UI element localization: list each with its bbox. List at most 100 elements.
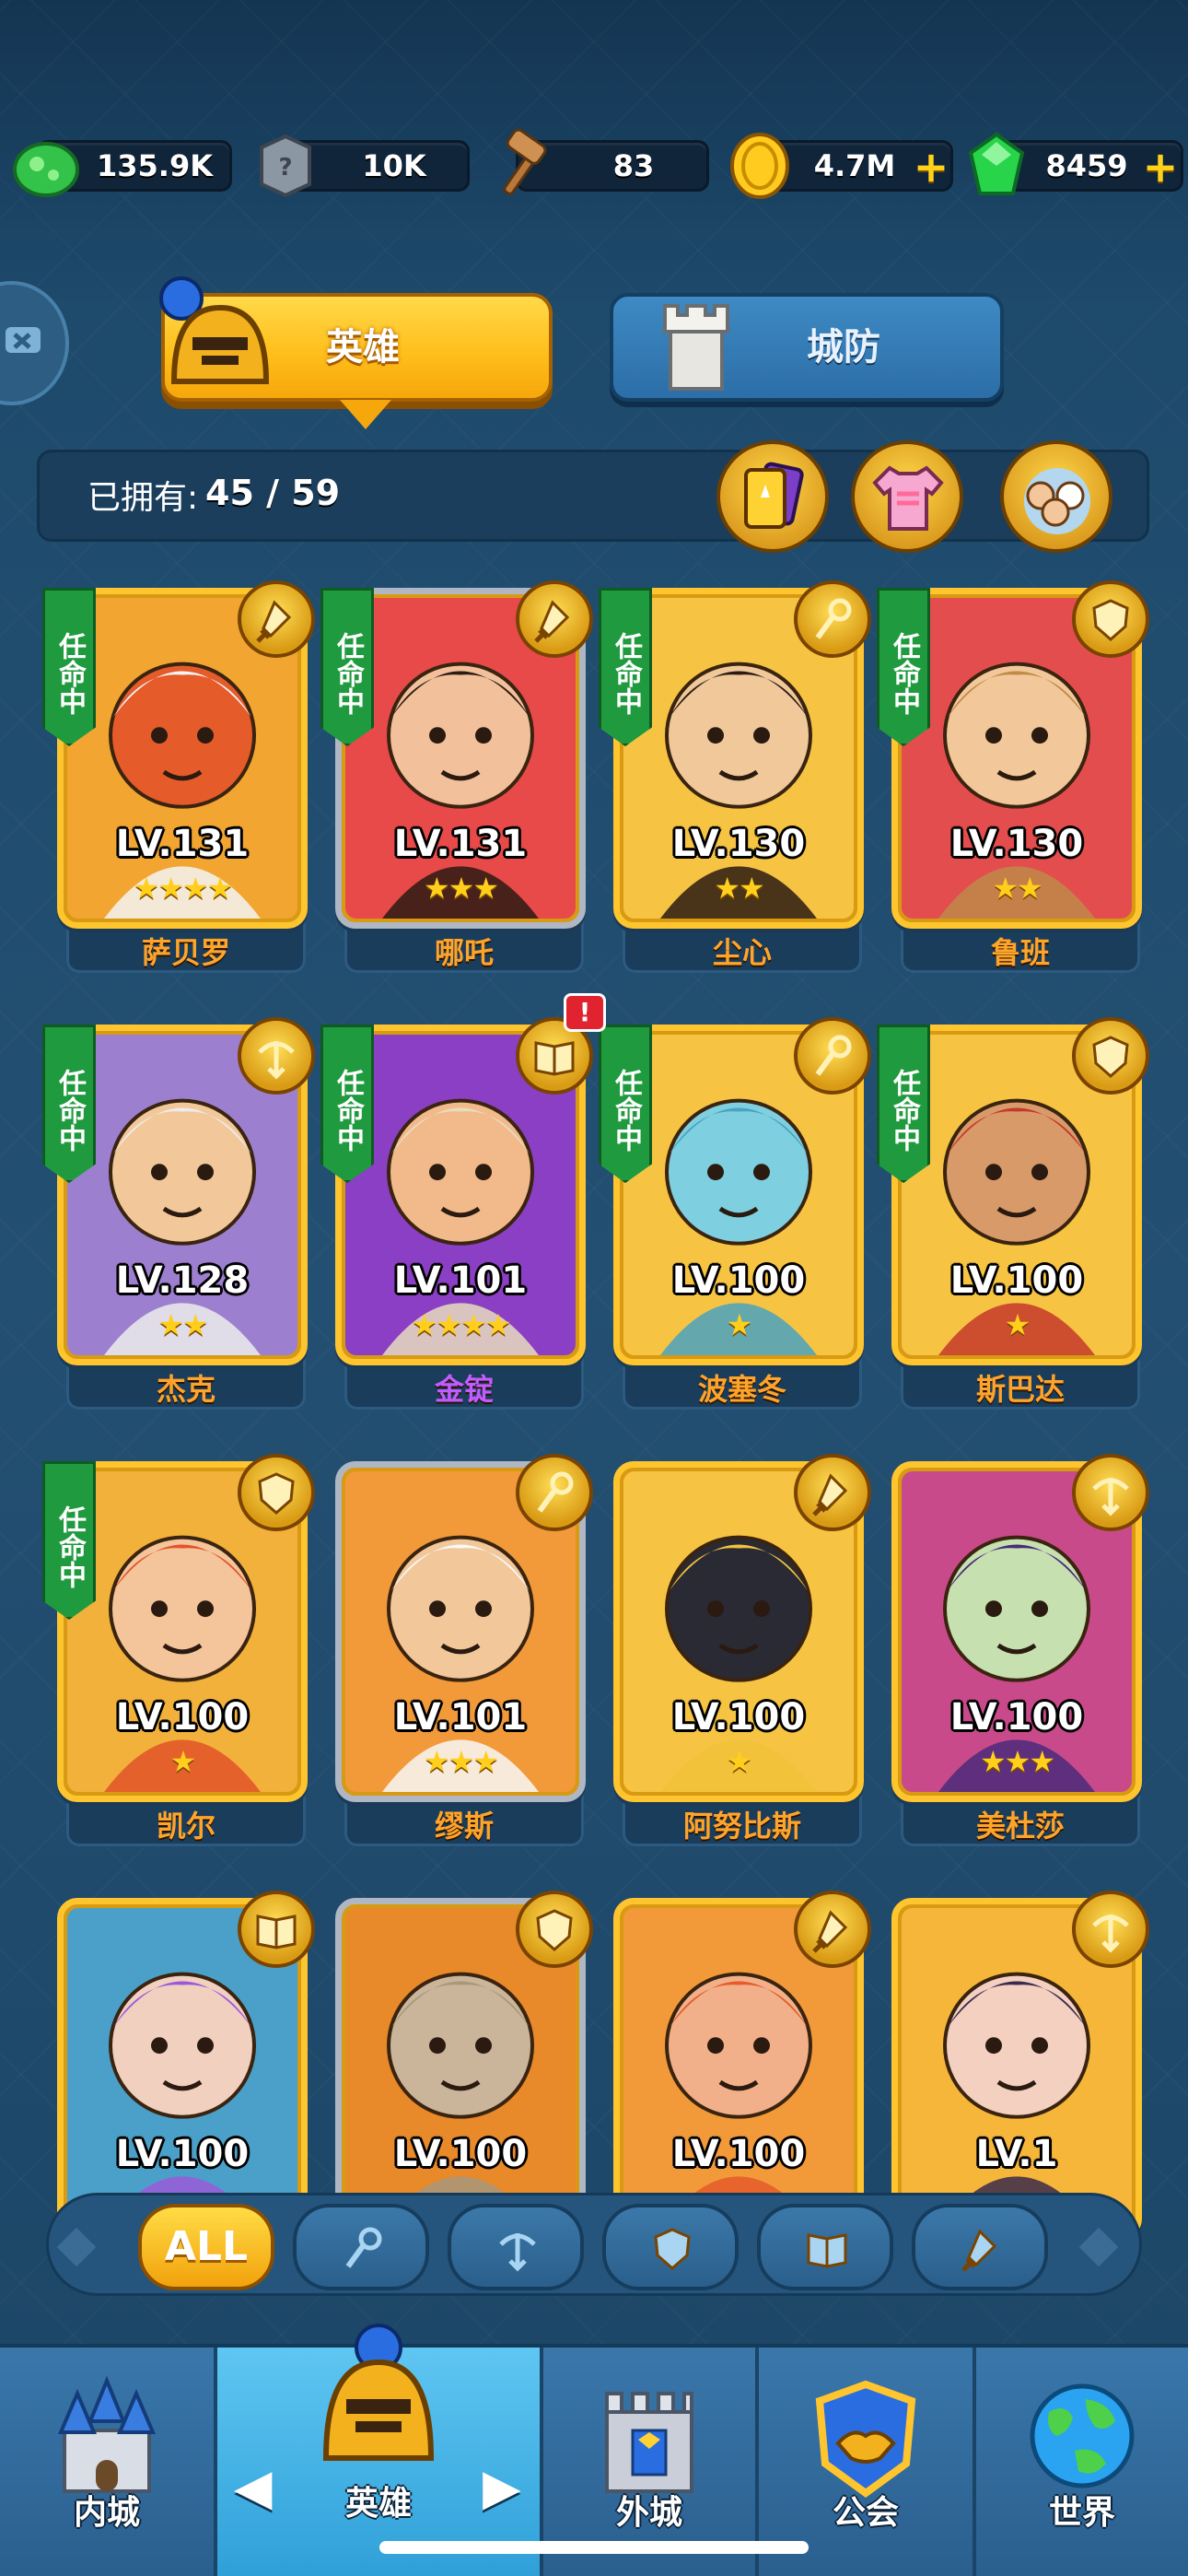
- assigned-ribbon: 任命中: [877, 1025, 930, 1183]
- shield-icon: [641, 2217, 705, 2281]
- crossbow-icon: [486, 2217, 551, 2281]
- sword-icon: [950, 2217, 1015, 2281]
- hero-card[interactable]: LV.130 ★★ 任命中 鲁班: [877, 580, 1168, 975]
- nav-inner-city-label: 内城: [73, 2494, 140, 2532]
- hero-level: LV.130: [671, 823, 806, 865]
- svg-text:?: ?: [278, 154, 292, 181]
- gold-value: 4.7M: [813, 148, 896, 183]
- hero-stars: ★★: [714, 871, 764, 906]
- hero-card[interactable]: LV.100 ★★★ 美杜莎: [891, 1454, 1168, 1848]
- hero-team-button[interactable]: [1000, 440, 1112, 553]
- hero-card[interactable]: LV.101 ★★★ 缪斯: [335, 1454, 611, 1848]
- prev-arrow-icon[interactable]: ◀: [234, 2458, 273, 2516]
- shield-icon: [238, 1454, 315, 1531]
- hero-name: 金锭: [434, 1372, 494, 1407]
- owned-count-bar: 已拥有: 45 / 59: [37, 450, 1149, 542]
- hero-stars: ★★: [992, 871, 1042, 906]
- hero-name: 哪吒: [434, 935, 494, 970]
- sword-icon: [516, 580, 593, 658]
- hero-card[interactable]: LV.131 ★★★★ 任命中 萨贝罗: [42, 580, 333, 975]
- skins-button[interactable]: [851, 440, 963, 553]
- hero-card[interactable]: LV.100 ★ 任命中 凯尔: [42, 1454, 333, 1848]
- hero-name: 鲁班: [990, 935, 1050, 970]
- filter-all-button[interactable]: ALL: [138, 2204, 274, 2290]
- tower-icon: [663, 304, 729, 391]
- add-gold-icon[interactable]: +: [913, 146, 949, 188]
- add-gems-icon[interactable]: +: [1142, 146, 1179, 188]
- crossbow-icon: [1072, 1891, 1149, 1968]
- hero-level: LV.100: [949, 1259, 1084, 1302]
- hero-level: LV.1: [975, 2133, 1058, 2175]
- hero-group-icon: [1024, 468, 1090, 534]
- owned-value: 45 / 59: [205, 473, 341, 513]
- sword-icon: [238, 580, 315, 658]
- assigned-ribbon: 任命中: [599, 588, 652, 746]
- hero-stars: ★★★: [423, 1744, 499, 1779]
- hammer-value: 83: [612, 148, 655, 183]
- hero-card[interactable]: LV.131 ★★★ 任命中 哪吒: [320, 580, 611, 975]
- nav-world-label: 世界: [1048, 2494, 1115, 2532]
- hero-name: 杰克: [156, 1372, 215, 1407]
- hero-level: LV.100: [115, 2133, 250, 2175]
- next-arrow-icon[interactable]: ▶: [483, 2458, 521, 2516]
- crossbow-icon: [238, 1017, 315, 1095]
- hero-stars: ★★: [157, 1307, 208, 1342]
- hero-stars: ★★★★: [411, 1307, 512, 1342]
- hero-stars: ★: [726, 1744, 753, 1779]
- nav-world[interactable]: 世界: [976, 2348, 1188, 2576]
- filter-crossbow-button[interactable]: [448, 2204, 584, 2290]
- hero-name: 缪斯: [434, 1809, 494, 1844]
- filter-sword-button[interactable]: [912, 2204, 1048, 2290]
- hero-name: 阿努比斯: [682, 1809, 801, 1844]
- staff-icon: [794, 1017, 871, 1095]
- hero-level: LV.131: [393, 823, 528, 865]
- hero-level: LV.101: [393, 1696, 528, 1739]
- elixir-icon: [13, 142, 79, 197]
- hero-stars: ★★★★: [133, 871, 234, 906]
- cards-icon: [744, 462, 804, 529]
- gold-coin-icon: [730, 133, 789, 199]
- hero-card[interactable]: LV.100 ★ 任命中 波塞冬: [599, 1017, 890, 1411]
- book-icon: [238, 1891, 315, 1968]
- hero-card[interactable]: LV.128 ★★ 任命中杰克: [42, 1017, 333, 1411]
- hero-level: LV.101: [393, 1259, 528, 1302]
- filter-shield-button[interactable]: [602, 2204, 739, 2290]
- staff-icon: [332, 2217, 396, 2281]
- alert-badge: !: [564, 993, 606, 1032]
- resource-bar: 135.9K 10K ? 83 4.7M + 8459 +: [0, 129, 1188, 203]
- stone-value: 10K: [362, 148, 426, 183]
- globe-icon: [1030, 2383, 1135, 2488]
- filter-staff-button[interactable]: [293, 2204, 429, 2290]
- hero-card[interactable]: LV.100 ★ 阿努比斯: [613, 1454, 890, 1848]
- handshake-shield-icon: [815, 2380, 916, 2498]
- sword-icon: [794, 1891, 871, 1968]
- crossbow-icon: [1072, 1454, 1149, 1531]
- filter-all-label: ALL: [164, 2223, 249, 2270]
- hero-name: 萨贝罗: [141, 935, 230, 970]
- book-icon: [796, 2217, 860, 2281]
- assigned-ribbon: 任命中: [599, 1025, 652, 1183]
- hero-level: LV.100: [671, 2133, 806, 2175]
- tab-heroes[interactable]: 英雄: [159, 276, 553, 429]
- hero-name: 美杜莎: [975, 1809, 1065, 1844]
- fortress-icon: [605, 2392, 693, 2493]
- hero-cards-button[interactable]: [716, 440, 829, 553]
- castle-icon: [57, 2375, 157, 2493]
- nav-inner-city[interactable]: 内城: [0, 2348, 214, 2576]
- tab-defense[interactable]: 城防: [610, 293, 1004, 402]
- hero-card[interactable]: LV.130 ★★ 任命中 尘心: [599, 580, 890, 975]
- shield-icon: [1072, 580, 1149, 658]
- filter-book-button[interactable]: [757, 2204, 893, 2290]
- hero-card[interactable]: LV.100 ★ 任命中 斯巴达: [877, 1017, 1168, 1411]
- home-indicator: [379, 2541, 809, 2554]
- hero-level: LV.128: [115, 1259, 250, 1302]
- staff-icon: [516, 1454, 593, 1531]
- hero-stars: ★: [1004, 1307, 1031, 1342]
- hero-stars: ★★★: [423, 871, 499, 906]
- hero-stars: ★★★: [979, 1744, 1055, 1779]
- shirt-icon: [872, 465, 944, 531]
- hero-level: LV.131: [115, 823, 250, 865]
- assigned-ribbon: 任命中: [42, 1461, 96, 1620]
- hero-card[interactable]: LV.101 ★★★★ 任命中 金锭: [320, 1017, 611, 1411]
- assigned-ribbon: 任命中: [42, 1025, 96, 1183]
